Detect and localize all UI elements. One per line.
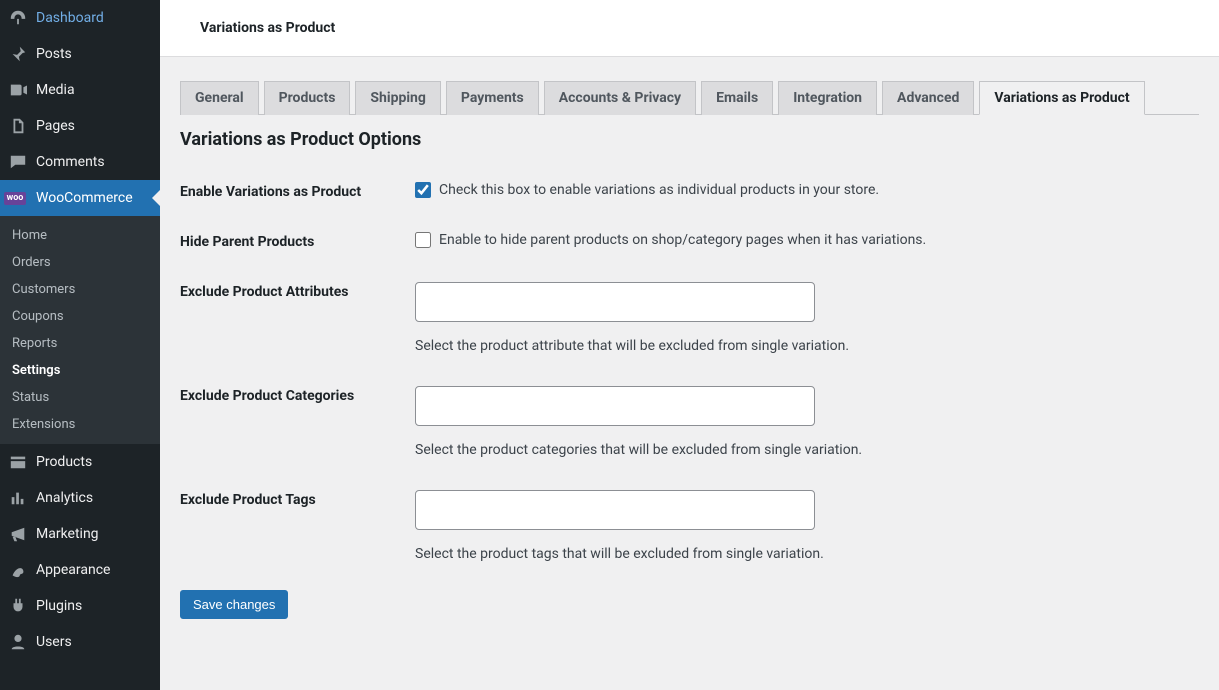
sidebar-item-analytics[interactable]: Analytics bbox=[0, 480, 160, 516]
sidebar-subitem-status[interactable]: Status bbox=[0, 384, 160, 411]
sidebar-item-dashboard[interactable]: Dashboard bbox=[0, 0, 160, 36]
appearance-icon bbox=[8, 560, 28, 580]
tab-products[interactable]: Products bbox=[264, 81, 351, 115]
tab-emails[interactable]: Emails bbox=[701, 81, 773, 115]
woo-icon: woo bbox=[8, 188, 28, 208]
users-icon bbox=[8, 632, 28, 652]
sidebar-subitem-customers[interactable]: Customers bbox=[0, 276, 160, 303]
row-enable-variations: Enable Variations as Product Check this … bbox=[180, 166, 1199, 216]
sidebar-item-label: Plugins bbox=[36, 598, 82, 614]
sidebar-item-marketing[interactable]: Marketing bbox=[0, 516, 160, 552]
marketing-icon bbox=[8, 524, 28, 544]
sidebar-item-label: Media bbox=[36, 82, 75, 98]
field-label: Enable Variations as Product bbox=[180, 182, 415, 200]
sidebar-subitem-reports[interactable]: Reports bbox=[0, 330, 160, 357]
tab-advanced[interactable]: Advanced bbox=[882, 81, 974, 115]
sidebar-item-label: Dashboard bbox=[36, 10, 104, 26]
sidebar-item-label: Users bbox=[36, 634, 72, 650]
row-exclude-categories: Exclude Product Categories Select the pr… bbox=[180, 370, 1199, 474]
plugins-icon bbox=[8, 596, 28, 616]
sidebar-item-comments[interactable]: Comments bbox=[0, 144, 160, 180]
field-help: Select the product tags that will be exc… bbox=[415, 546, 1199, 562]
sidebar-item-posts[interactable]: Posts bbox=[0, 36, 160, 72]
section-title: Variations as Product Options bbox=[180, 115, 1199, 156]
sidebar-item-appearance[interactable]: Appearance bbox=[0, 552, 160, 588]
exclude-tags-input[interactable] bbox=[415, 490, 815, 530]
sidebar-item-products[interactable]: Products bbox=[0, 444, 160, 480]
analytics-icon bbox=[8, 488, 28, 508]
sidebar-item-label: Pages bbox=[36, 118, 75, 134]
sidebar-submenu-woocommerce: Home Orders Customers Coupons Reports Se… bbox=[0, 216, 160, 444]
sidebar-item-label: Appearance bbox=[36, 562, 110, 578]
sidebar-subitem-extensions[interactable]: Extensions bbox=[0, 411, 160, 438]
tab-general[interactable]: General bbox=[180, 81, 259, 115]
admin-sidebar: Dashboard Posts Media Pages Comments woo… bbox=[0, 0, 160, 690]
exclude-categories-input[interactable] bbox=[415, 386, 815, 426]
settings-tabs: General Products Shipping Payments Accou… bbox=[180, 57, 1199, 115]
row-exclude-tags: Exclude Product Tags Select the product … bbox=[180, 474, 1199, 578]
sidebar-item-pages[interactable]: Pages bbox=[0, 108, 160, 144]
tab-shipping[interactable]: Shipping bbox=[355, 81, 440, 115]
tab-payments[interactable]: Payments bbox=[446, 81, 539, 115]
sidebar-item-label: Posts bbox=[36, 46, 72, 62]
sidebar-item-label: Products bbox=[36, 454, 92, 470]
comments-icon bbox=[8, 152, 28, 172]
sidebar-item-users[interactable]: Users bbox=[0, 624, 160, 660]
sidebar-item-label: Analytics bbox=[36, 490, 93, 506]
field-label: Hide Parent Products bbox=[180, 232, 415, 250]
hide-parent-checkbox[interactable] bbox=[415, 232, 431, 248]
sidebar-item-label: Marketing bbox=[36, 526, 99, 542]
sidebar-item-label: WooCommerce bbox=[36, 190, 133, 206]
media-icon bbox=[8, 80, 28, 100]
sidebar-item-plugins[interactable]: Plugins bbox=[0, 588, 160, 624]
tab-accounts-privacy[interactable]: Accounts & Privacy bbox=[544, 81, 696, 115]
sidebar-subitem-coupons[interactable]: Coupons bbox=[0, 303, 160, 330]
sidebar-subitem-settings[interactable]: Settings bbox=[0, 357, 160, 384]
page-title: Variations as Product bbox=[200, 20, 1199, 36]
sidebar-item-woocommerce[interactable]: woo WooCommerce bbox=[0, 180, 160, 216]
tab-variations-as-product[interactable]: Variations as Product bbox=[979, 81, 1144, 115]
field-label: Exclude Product Tags bbox=[180, 490, 415, 508]
main-content: Variations as Product General Products S… bbox=[160, 0, 1219, 690]
dashboard-icon bbox=[8, 8, 28, 28]
exclude-attributes-input[interactable] bbox=[415, 282, 815, 322]
row-hide-parent: Hide Parent Products Enable to hide pare… bbox=[180, 216, 1199, 266]
settings-form: Enable Variations as Product Check this … bbox=[180, 166, 1199, 578]
field-label: Exclude Product Categories bbox=[180, 386, 415, 404]
field-label: Exclude Product Attributes bbox=[180, 282, 415, 300]
sidebar-item-media[interactable]: Media bbox=[0, 72, 160, 108]
field-help: Select the product attribute that will b… bbox=[415, 338, 1199, 354]
field-description: Check this box to enable variations as i… bbox=[439, 182, 879, 198]
pages-icon bbox=[8, 116, 28, 136]
field-description: Enable to hide parent products on shop/c… bbox=[439, 232, 926, 248]
tab-integration[interactable]: Integration bbox=[778, 81, 877, 115]
enable-variations-checkbox[interactable] bbox=[415, 182, 431, 198]
page-header: Variations as Product bbox=[160, 0, 1219, 57]
save-changes-button[interactable]: Save changes bbox=[180, 590, 288, 619]
sidebar-item-label: Comments bbox=[36, 154, 105, 170]
sidebar-subitem-home[interactable]: Home bbox=[0, 222, 160, 249]
products-icon bbox=[8, 452, 28, 472]
sidebar-subitem-orders[interactable]: Orders bbox=[0, 249, 160, 276]
field-help: Select the product categories that will … bbox=[415, 442, 1199, 458]
pin-icon bbox=[8, 44, 28, 64]
row-exclude-attributes: Exclude Product Attributes Select the pr… bbox=[180, 266, 1199, 370]
